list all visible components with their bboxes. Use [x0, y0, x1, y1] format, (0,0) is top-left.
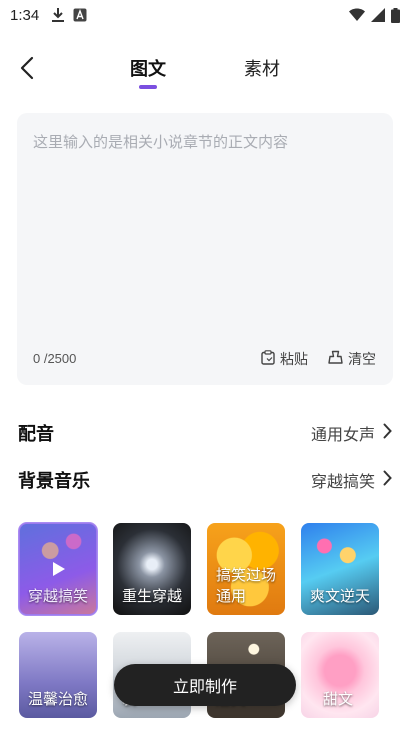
tab-material[interactable]: 素材	[244, 55, 280, 81]
music-card[interactable]: 重生穿越	[113, 523, 191, 615]
music-card[interactable]: 爽文逆天	[301, 523, 379, 615]
music-card-label: 重生穿越	[122, 587, 183, 605]
voice-selector[interactable]: 通用女声	[311, 421, 392, 445]
music-card-label: 搞笑过场通用	[216, 566, 277, 605]
char-counter: 0 /2500	[33, 351, 77, 366]
download-icon	[51, 7, 65, 23]
music-label: 背景音乐	[18, 471, 90, 492]
battery-icon	[391, 7, 400, 23]
music-card-label: 温馨治愈	[28, 690, 89, 708]
music-card[interactable]: 搞笑过场通用	[207, 523, 285, 615]
wifi-icon	[349, 8, 365, 22]
music-card[interactable]: 甜文	[301, 632, 379, 718]
music-card-label: 甜文	[323, 690, 354, 708]
chevron-right-icon	[383, 470, 392, 490]
back-button[interactable]	[12, 55, 42, 85]
active-tab-indicator	[139, 85, 157, 89]
eraser-icon	[328, 350, 343, 368]
status-bar: 1:34	[0, 0, 410, 30]
clipboard-icon	[261, 349, 275, 369]
music-selector[interactable]: 穿越搞笑	[311, 468, 392, 492]
play-icon	[52, 561, 66, 581]
font-icon	[73, 8, 87, 22]
music-card-label: 爽文逆天	[310, 587, 371, 605]
signal-icon	[371, 8, 385, 22]
chevron-right-icon	[383, 423, 392, 443]
clear-button[interactable]: 清空	[328, 349, 376, 369]
clear-label: 清空	[348, 352, 376, 368]
music-card-label: 穿越搞笑	[28, 587, 89, 605]
paste-label: 粘贴	[280, 352, 308, 368]
voice-value: 通用女声	[310, 425, 375, 444]
voice-setting-row: 配音 通用女声	[18, 418, 392, 448]
bottom-edge	[0, 720, 410, 730]
make-now-button[interactable]: 立即制作	[114, 664, 296, 706]
music-card[interactable]: 穿越搞笑	[18, 522, 98, 616]
chapter-text-input[interactable]	[33, 131, 377, 331]
header: 图文 素材	[0, 45, 410, 95]
text-editor-panel: 0 /2500 粘贴 清空	[17, 113, 393, 385]
music-setting-row: 背景音乐 穿越搞笑	[18, 465, 392, 495]
paste-button[interactable]: 粘贴	[261, 349, 308, 369]
status-time: 1:34	[10, 6, 40, 24]
chevron-left-icon	[20, 56, 34, 84]
tab-image-text[interactable]: 图文	[130, 55, 166, 81]
music-card[interactable]: 温馨治愈	[19, 632, 97, 718]
music-value: 穿越搞笑	[310, 472, 375, 491]
voice-label: 配音	[18, 424, 54, 445]
